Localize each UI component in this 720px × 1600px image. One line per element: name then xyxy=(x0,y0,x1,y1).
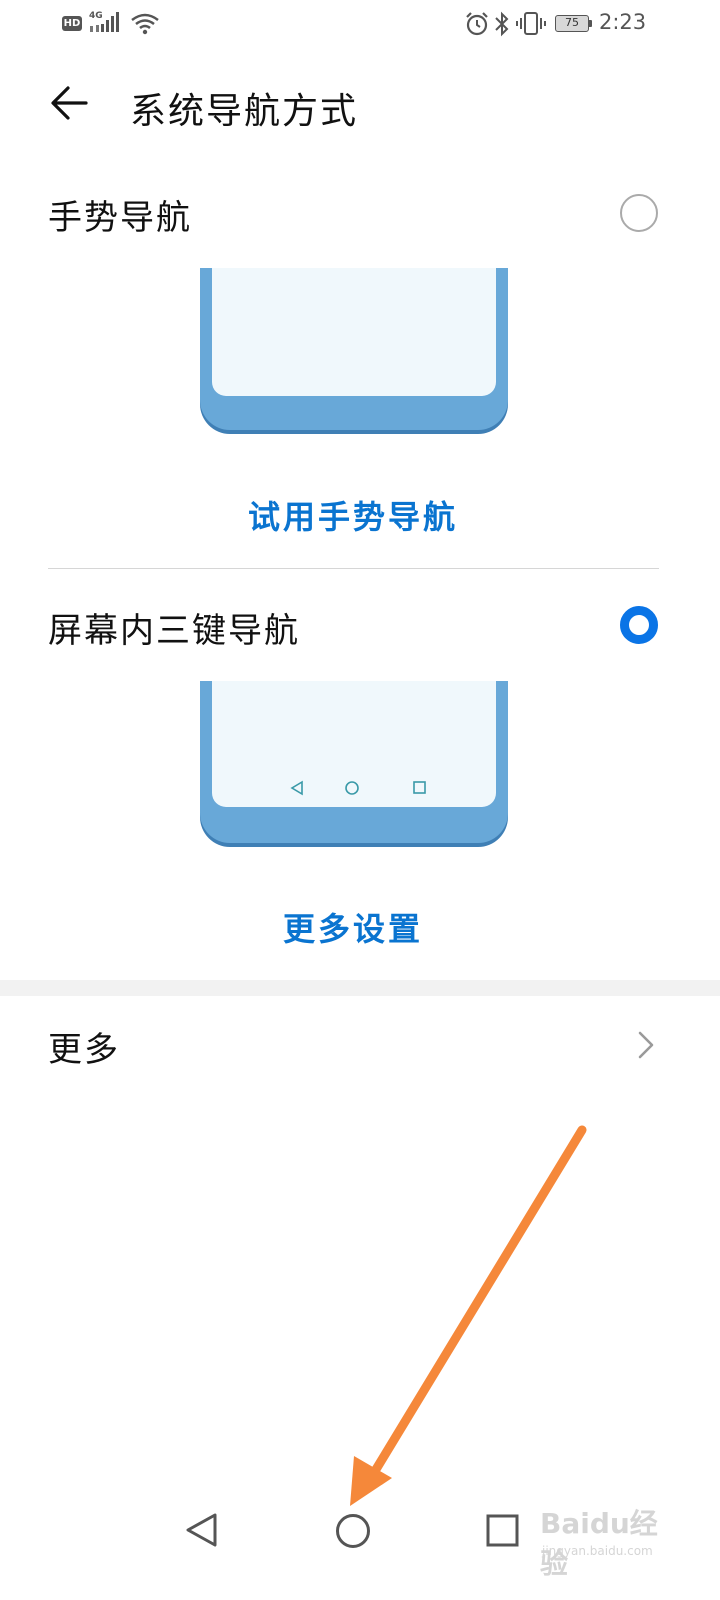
nav-recents-button[interactable] xyxy=(472,1500,532,1560)
baidu-watermark: Baidu经验 jingyan.baidu.com xyxy=(540,1500,680,1580)
mini-nav-keys xyxy=(290,780,426,796)
alarm-icon xyxy=(466,12,488,36)
hd-icon: HD xyxy=(62,16,82,31)
try-gesture-link[interactable]: 试用手势导航 xyxy=(0,492,706,538)
three-key-radio-button[interactable] xyxy=(620,606,658,644)
battery-icon: 75 xyxy=(555,15,589,32)
mini-back-icon xyxy=(290,780,303,796)
three-key-phone-illustration xyxy=(200,681,508,843)
vibrate-icon xyxy=(516,12,546,35)
mini-recents-icon xyxy=(413,781,426,794)
nav-home-button[interactable] xyxy=(322,1500,382,1560)
divider xyxy=(48,568,659,569)
status-bar: HD 4G 75 2:23 xyxy=(0,0,720,50)
recents-square-icon xyxy=(486,1514,519,1547)
more-row[interactable]: 更多 xyxy=(0,1000,720,1090)
bluetooth-icon xyxy=(495,11,509,37)
signal-icon xyxy=(90,12,119,32)
wifi-icon xyxy=(131,13,159,35)
option-gesture-title[interactable]: 手势导航 xyxy=(48,190,192,239)
more-settings-link[interactable]: 更多设置 xyxy=(0,904,706,950)
arrow-left-icon xyxy=(51,86,88,120)
gesture-radio-button[interactable] xyxy=(620,194,658,232)
chevron-right-icon xyxy=(638,1031,654,1059)
watermark-text: Baidu经验 xyxy=(540,1507,658,1580)
option-three-key-title[interactable]: 屏幕内三键导航 xyxy=(48,603,300,652)
home-circle-icon xyxy=(336,1514,370,1548)
nav-back-button[interactable] xyxy=(172,1500,232,1560)
gesture-phone-illustration xyxy=(200,268,508,430)
back-triangle-icon xyxy=(186,1513,217,1547)
more-label: 更多 xyxy=(48,1030,120,1070)
section-gap xyxy=(0,980,720,996)
gesture-phone-screen xyxy=(212,268,496,396)
status-time: 2:23 xyxy=(599,10,647,34)
back-button[interactable] xyxy=(46,80,94,128)
watermark-url: jingyan.baidu.com xyxy=(542,1544,653,1558)
page-title: 系统导航方式 xyxy=(130,91,359,132)
battery-tip xyxy=(589,20,592,27)
mini-home-icon xyxy=(345,781,359,795)
three-key-phone-screen xyxy=(212,681,496,807)
